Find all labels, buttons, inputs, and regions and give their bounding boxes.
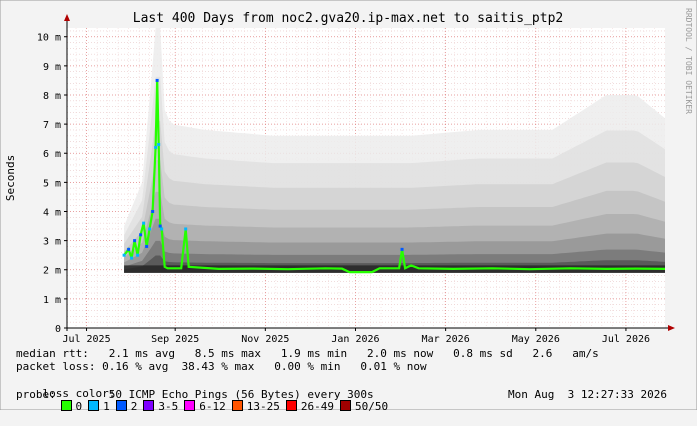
loss-color-swatch: [285, 400, 297, 411]
loss-color-value: 0: [75, 400, 83, 413]
median-rtt-point: [160, 227, 164, 231]
median-rtt-point: [157, 143, 161, 147]
loss-color-item: 50/50: [340, 400, 388, 413]
loss-color-value: 2: [130, 400, 138, 413]
x-tick-label: May 2026: [512, 334, 560, 345]
loss-color-value: 13-25: [246, 400, 280, 413]
loss-color-item: 6-12: [184, 400, 226, 413]
x-tick-label: Jul 2025: [62, 334, 110, 345]
median-rtt-point: [184, 227, 188, 231]
y-tick-label: 4 m: [43, 207, 61, 218]
loss-color-swatch: [184, 400, 196, 411]
y-tick-label: 2 m: [43, 266, 61, 277]
loss-color-swatch: [340, 400, 351, 411]
y-tick-label: 3 m: [43, 237, 61, 248]
median-rtt-point: [154, 145, 158, 149]
loss-color-items: 0 1 2 3-5 6-12 13-25 26-49 50/50: [60, 400, 395, 413]
median-rtt-point: [148, 227, 152, 231]
loss-color-value: 3-5: [158, 400, 179, 413]
x-tick-label: Mar 2026: [422, 334, 470, 345]
loss-color-item: 26-49: [285, 400, 334, 413]
median-rtt-stats: median rtt: 2.1 ms avg 8.5 ms max 1.9 ms…: [16, 347, 599, 360]
x-tick-label: Jan 2026: [331, 334, 379, 345]
median-rtt-point: [139, 233, 143, 237]
loss-color-value: 50/50: [355, 400, 389, 413]
median-rtt-point: [151, 209, 155, 213]
loss-color-swatch: [88, 400, 100, 411]
smokeping-graph: Last 400 Days from noc2.gva20.ip-max.net…: [0, 0, 697, 413]
loss-color-swatch: [143, 400, 155, 411]
probe-info: probe: 50 ICMP Echo Pings (56 Bytes) eve…: [16, 388, 374, 401]
loss-color-item: 3-5: [143, 400, 178, 413]
loss-color-swatch: [60, 400, 72, 411]
y-tick-label: 7 m: [43, 120, 61, 131]
y-tick-label: 9 m: [43, 62, 61, 73]
loss-color-value: 26-49: [300, 400, 334, 413]
x-tick-label: Sep 2025: [151, 334, 199, 345]
x-tick-label: Jul 2026: [602, 334, 650, 345]
median-rtt-point: [400, 247, 404, 251]
chart-title: Last 400 Days from noc2.gva20.ip-max.net…: [133, 11, 563, 26]
loss-color-value: 6-12: [199, 400, 226, 413]
median-rtt-point: [122, 253, 126, 257]
median-rtt-point: [158, 224, 162, 228]
median-rtt-point: [142, 221, 146, 225]
y-tick-label: 6 m: [43, 149, 61, 160]
timestamp: Mon Aug 3 12:27:33 2026: [508, 388, 667, 401]
median-rtt-point: [133, 239, 137, 243]
watermark: RRDTOOL / TOBI OETIKER: [684, 8, 693, 114]
loss-color-swatch: [231, 400, 243, 411]
x-tick-label: Nov 2025: [241, 334, 289, 345]
median-rtt-point: [136, 253, 140, 257]
packet-loss-stats: packet loss: 0.16 % avg 38.43 % max 0.00…: [16, 360, 427, 373]
y-tick-label: 0: [55, 324, 61, 335]
median-rtt-point: [127, 247, 131, 251]
loss-color-item: 13-25: [231, 400, 280, 413]
y-tick-label: 1 m: [43, 295, 61, 306]
y-tick-label: 5 m: [43, 178, 61, 189]
loss-color-item: 1: [88, 400, 110, 413]
median-rtt-point: [145, 244, 149, 248]
loss-color-swatch: [115, 400, 127, 411]
median-rtt-point: [155, 78, 159, 82]
y-tick-label: 10 m: [37, 33, 61, 44]
loss-color-item: 0: [60, 400, 83, 413]
y-tick-label: 8 m: [43, 91, 61, 102]
y-axis-label: Seconds: [4, 155, 17, 201]
loss-color-item: 2: [115, 400, 138, 413]
median-rtt-point: [130, 256, 134, 260]
loss-color-value: 1: [103, 400, 110, 413]
